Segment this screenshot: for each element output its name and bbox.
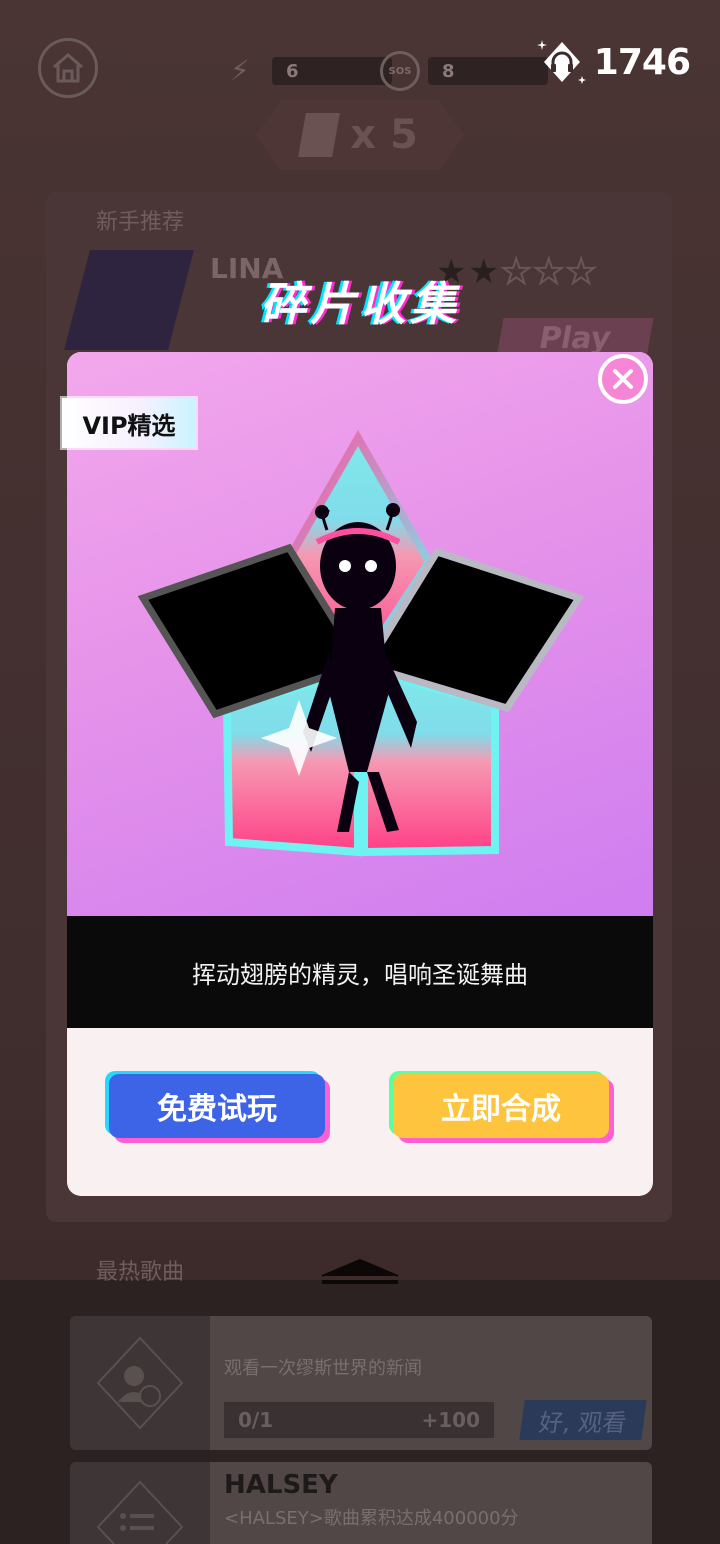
sos-stat: SOS 8 — [380, 51, 548, 91]
task-progress-bar: 0/1 +100 — [224, 1402, 494, 1438]
task-description: <HALSEY>歌曲累积达成400000分 — [224, 1508, 519, 1529]
energy-value: 6 — [272, 57, 392, 85]
sos-value: 8 — [428, 57, 548, 85]
home-icon — [53, 53, 83, 83]
craft-now-button[interactable]: 立即合成 — [393, 1074, 609, 1138]
fragment-multiplier-value: x 5 — [350, 112, 418, 158]
vip-badge: VIP精选 — [62, 398, 196, 448]
close-button[interactable] — [598, 354, 648, 404]
fragment-multiplier: x 5 — [256, 100, 464, 170]
song-caption: 挥动翅膀的精灵，唱响圣诞舞曲 — [67, 916, 653, 1028]
modal-title: 碎片收集 — [260, 277, 460, 331]
free-trial-button[interactable]: 免费试玩 — [109, 1074, 325, 1138]
home-button[interactable] — [38, 38, 98, 98]
watch-ad-button[interactable]: 好, 观看 — [519, 1400, 647, 1440]
coin-value: 1746 — [593, 41, 691, 83]
task-icon-area — [70, 1462, 210, 1544]
task-card-halsey: HALSEY <HALSEY>歌曲累积达成400000分 — [70, 1462, 652, 1544]
fragment-modal: 挥动翅膀的精灵，唱响圣诞舞曲 免费试玩 立即合成 — [67, 352, 653, 1196]
recommend-section-label: 新手推荐 — [96, 210, 185, 235]
sos-icon: SOS — [380, 51, 420, 91]
ad-icon — [96, 1336, 184, 1430]
task-reward: +100 — [421, 1408, 480, 1432]
task-progress: 0/1 — [238, 1408, 274, 1432]
close-icon — [613, 369, 633, 389]
list-icon — [96, 1480, 184, 1544]
hot-section-label: 最热歌曲 — [96, 1260, 185, 1285]
task-description: 观看一次缪斯世界的新闻 — [224, 1358, 422, 1379]
chevron-up-icon[interactable] — [320, 1256, 400, 1286]
coin-balance[interactable]: 1746 — [536, 36, 691, 88]
energy-stat: ⚡ 6 — [230, 54, 392, 88]
lightning-icon: ⚡ — [230, 54, 250, 87]
task-icon-area — [70, 1316, 210, 1450]
headphone-coin-icon — [536, 36, 588, 88]
task-title: HALSEY — [224, 1470, 338, 1500]
card-icon — [298, 113, 341, 157]
